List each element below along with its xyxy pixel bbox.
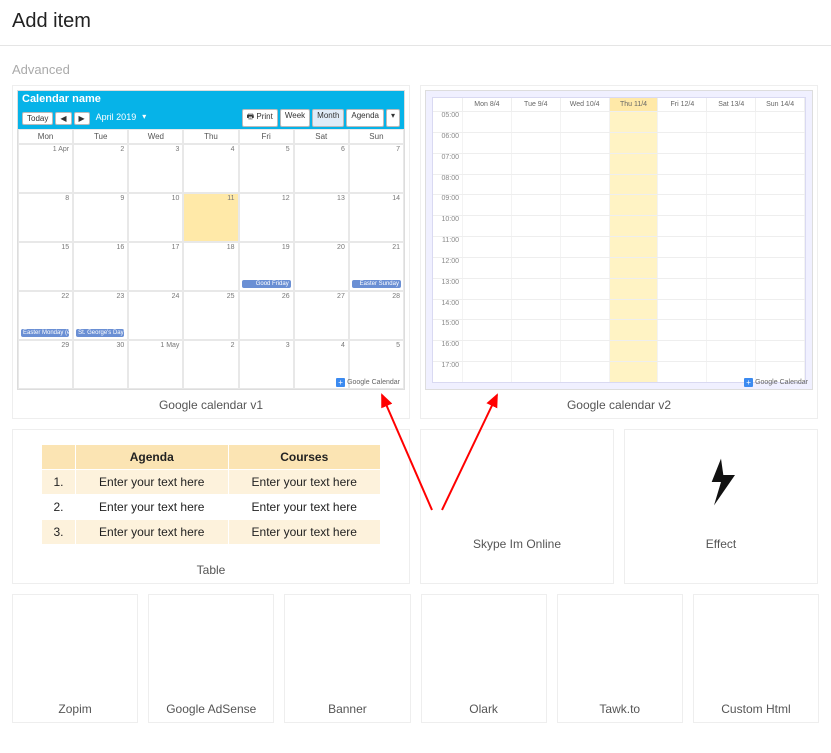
item-label: Table — [197, 555, 226, 577]
item-label: Banner — [328, 694, 367, 716]
item-label: Google calendar v2 — [567, 390, 671, 412]
item-label: Olark — [469, 694, 498, 716]
item-label: Zopim — [58, 694, 91, 716]
cal1-prev: ◀ — [55, 112, 71, 125]
item-google-calendar-v1[interactable]: Calendar name Today ◀ ▶ April 2019 ▾ 🖶 P… — [12, 85, 410, 419]
table-preview: AgendaCourses1.Enter your text hereEnter… — [17, 434, 405, 555]
dialog-header: Add item — [0, 0, 831, 46]
cal1-more-icon: ▾ — [386, 109, 400, 127]
item-zopim[interactable]: Zopim — [12, 594, 138, 723]
cal1-dropdown-icon: ▾ — [142, 112, 146, 125]
cal1-today: Today — [22, 112, 53, 125]
cal1-view-month: Month — [312, 109, 344, 127]
item-label: Google AdSense — [166, 694, 256, 716]
item-banner[interactable]: Banner — [284, 594, 410, 723]
item-effect[interactable]: Effect — [624, 429, 818, 584]
dialog-title: Add item — [12, 10, 819, 33]
cal1-next: ▶ — [74, 112, 90, 125]
item-label: Skype Im Online — [473, 529, 561, 551]
calendar-v1-preview: Calendar name Today ◀ ▶ April 2019 ▾ 🖶 P… — [17, 90, 405, 390]
cal2-footer: +Google Calendar — [744, 378, 808, 387]
cal1-toolbar: Today ◀ ▶ April 2019 ▾ 🖶 Print Week Mont… — [18, 107, 404, 129]
row-calendars: Calendar name Today ◀ ▶ April 2019 ▾ 🖶 P… — [12, 85, 819, 419]
cal1-name: Calendar name — [18, 91, 404, 107]
item-label: Custom Html — [721, 694, 790, 716]
item-tawkto[interactable]: Tawk.to — [557, 594, 683, 723]
item-custom-html[interactable]: Custom Html — [693, 594, 819, 723]
item-adsense[interactable]: Google AdSense — [148, 594, 274, 723]
item-olark[interactable]: Olark — [421, 594, 547, 723]
calendar-v2-preview: Mon 8/4Tue 9/4Wed 10/4Thu 11/4Fri 12/4Sa… — [425, 90, 813, 390]
cal1-view-week: Week — [280, 109, 310, 127]
lightning-icon — [629, 434, 813, 529]
item-label: Google calendar v1 — [159, 390, 263, 412]
item-label: Tawk.to — [599, 694, 640, 716]
cal1-month: April 2019 — [92, 112, 141, 125]
cal1-view-agenda: Agenda — [346, 109, 384, 127]
content-area: Advanced Calendar name Today ◀ ▶ April 2… — [0, 46, 831, 753]
item-label: Effect — [706, 529, 736, 551]
item-google-calendar-v2[interactable]: Mon 8/4Tue 9/4Wed 10/4Thu 11/4Fri 12/4Sa… — [420, 85, 818, 419]
item-table[interactable]: AgendaCourses1.Enter your text hereEnter… — [12, 429, 410, 584]
cal1-print: 🖶 Print — [242, 109, 278, 127]
arrow-annotation-right — [432, 385, 512, 518]
row-bottom: Zopim Google AdSense Banner Olark Tawk.t… — [12, 594, 819, 723]
section-label: Advanced — [12, 56, 819, 85]
